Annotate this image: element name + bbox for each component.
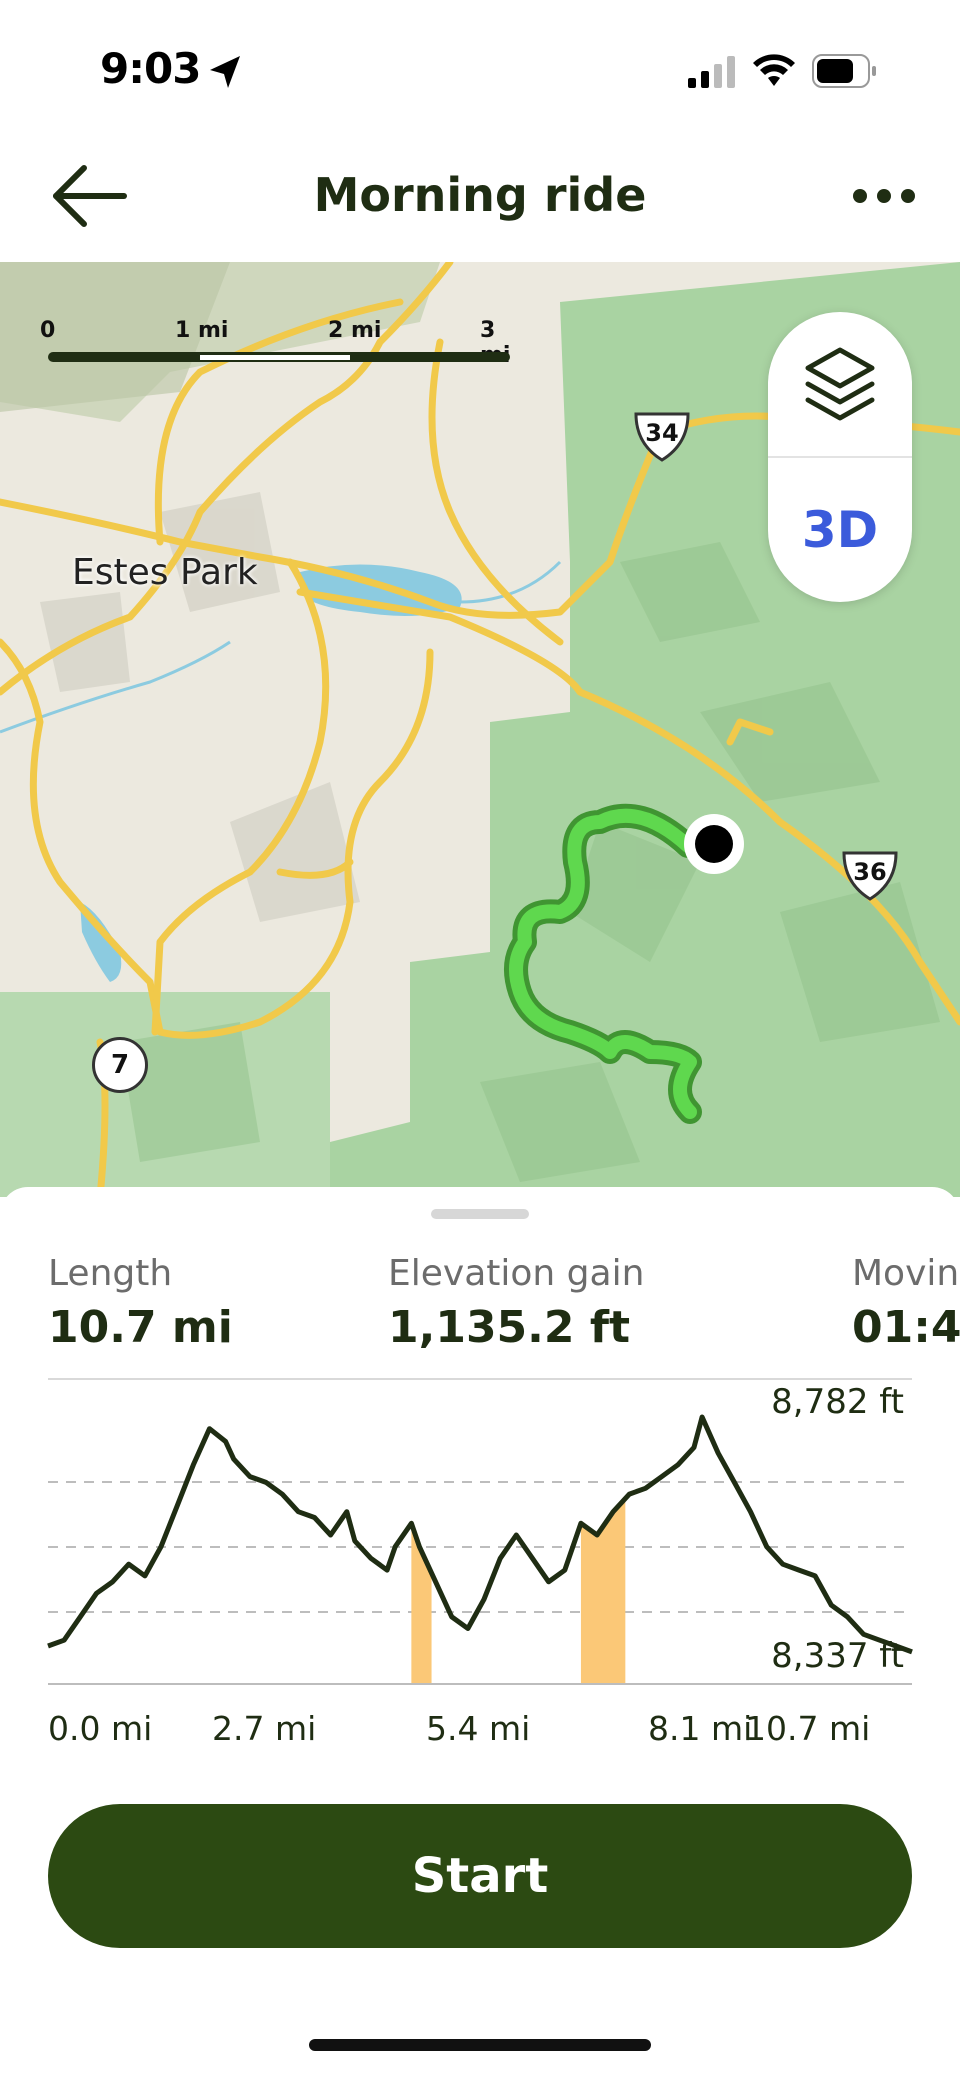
stat-length: Length 10.7 mi [48, 1253, 233, 1353]
map-controls: 3D [768, 312, 912, 602]
route-7-shield: 7 [92, 1037, 148, 1093]
stat-value: 10.7 mi [48, 1302, 233, 1353]
x-tick-label: 2.7 mi [212, 1709, 317, 1748]
map-layers-button[interactable] [768, 312, 912, 457]
us-36-shield: 36 [840, 849, 900, 901]
x-tick-label: 0.0 mi [48, 1709, 153, 1748]
sheet-drag-handle[interactable] [431, 1209, 529, 1219]
y-tick-max: 8,782 ft [771, 1382, 904, 1422]
toggle-3d-button[interactable]: 3D [768, 458, 912, 602]
more-dots-icon [853, 189, 915, 203]
x-tick-label: 10.7 mi [745, 1709, 871, 1748]
stat-label: Moving time [852, 1253, 960, 1294]
page-title: Morning ride [313, 168, 647, 222]
stat-moving-time: Moving time 01:43 [852, 1253, 960, 1353]
layers-icon [805, 347, 875, 421]
stat-label: Length [48, 1253, 173, 1294]
scale-label-1: 1 mi [175, 318, 229, 343]
stat-elevation-gain: Elevation gain 1,135.2 ft [388, 1253, 644, 1353]
scale-label-0: 0 [40, 318, 56, 343]
map-scale-bar: 0 1 mi 2 mi 3 mi [40, 318, 510, 378]
cellular-signal-icon [688, 56, 735, 88]
map-view[interactable]: 0 1 mi 2 mi 3 mi Estes Park 34 36 7 3D [0, 262, 960, 1197]
wifi-icon [753, 54, 795, 86]
stat-value: 1,135.2 ft [388, 1302, 630, 1353]
scale-label-2: 2 mi [328, 318, 382, 343]
battery-icon [812, 54, 876, 88]
elevation-chart: 8,782 ft 8,337 ft [47, 1382, 913, 1685]
more-options-button[interactable] [838, 170, 928, 220]
details-sheet: Length 10.7 mi Elevation gain 1,135.2 ft… [0, 1187, 960, 2079]
location-arrow-icon [210, 56, 240, 88]
home-indicator [309, 2039, 651, 2051]
status-time: 9:03 [100, 44, 201, 93]
stat-value: 01:43 [852, 1302, 960, 1353]
place-label-estes-park: Estes Park [72, 552, 258, 593]
stat-label: Elevation gain [388, 1253, 645, 1294]
route-start-marker [684, 814, 744, 874]
x-tick-label: 8.1 mi [648, 1709, 753, 1748]
y-tick-min: 8,337 ft [771, 1636, 904, 1676]
elevation-profile-line [47, 1414, 913, 1655]
x-tick-label: 5.4 mi [426, 1709, 531, 1748]
us-34-shield: 34 [632, 410, 692, 462]
start-button[interactable]: Start [48, 1804, 912, 1948]
